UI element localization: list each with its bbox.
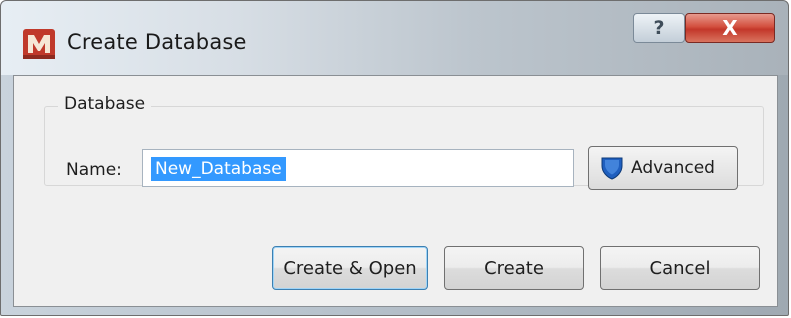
name-label: Name: <box>66 160 122 180</box>
name-input[interactable]: New_Database <box>142 149 574 187</box>
groupbox-title: Database <box>58 94 152 114</box>
name-input-value: New_Database <box>151 157 286 181</box>
app-logo-icon <box>23 29 55 59</box>
create-button[interactable]: Create <box>444 246 584 290</box>
close-button[interactable]: X <box>685 13 775 43</box>
advanced-button-label: Advanced <box>631 158 715 178</box>
shield-icon <box>601 157 623 180</box>
create-and-open-button[interactable]: Create & Open <box>272 246 428 290</box>
create-database-dialog: Create Database ? X Database Name: New_D… <box>0 0 789 316</box>
cancel-button[interactable]: Cancel <box>600 246 760 290</box>
window-title: Create Database <box>67 30 247 54</box>
title-bar[interactable]: Create Database ? X <box>1 1 788 75</box>
dialog-body: Database Name: New_Database Advanced Cre… <box>13 75 778 307</box>
help-button[interactable]: ? <box>633 13 685 43</box>
advanced-button[interactable]: Advanced <box>588 146 738 190</box>
